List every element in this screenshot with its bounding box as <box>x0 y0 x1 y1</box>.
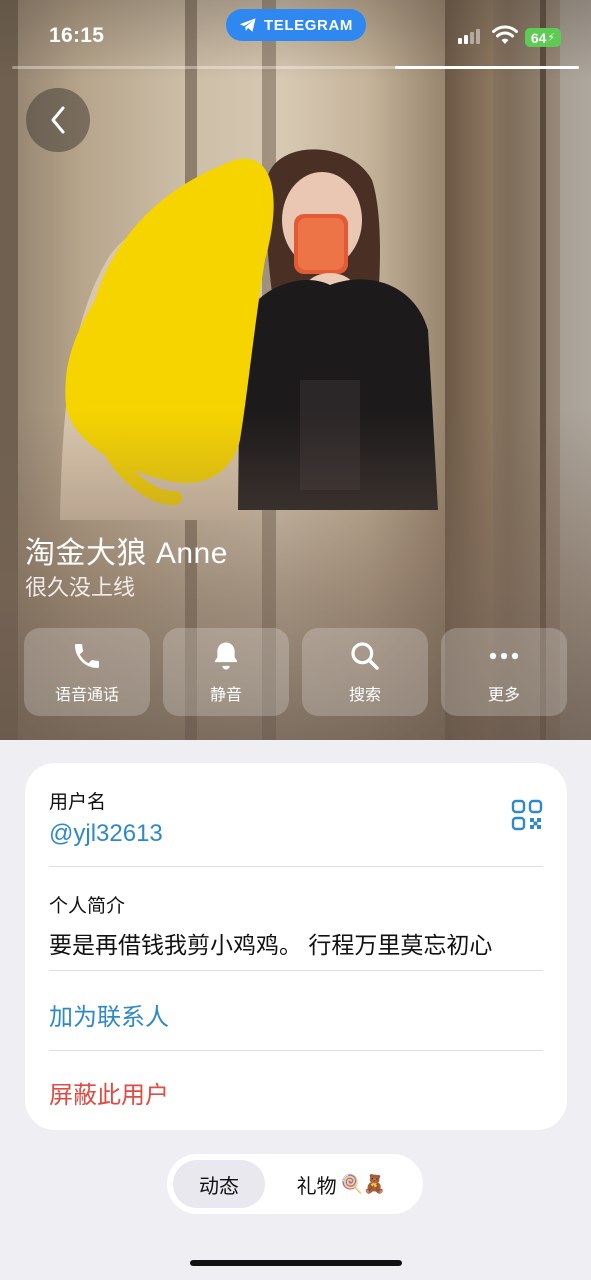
battery-level: 64 <box>530 29 547 46</box>
voice-call-label: 语音通话 <box>54 686 119 704</box>
divider <box>49 866 543 867</box>
bio-row: 个人简介 要是再借钱我剪小鸡鸡。 行程万里莫忘初心 <box>49 891 543 960</box>
search-icon <box>351 641 379 670</box>
last-seen-status: 很久没上线 <box>25 575 136 600</box>
qr-code-icon[interactable] <box>511 799 543 831</box>
back-button[interactable] <box>26 88 90 152</box>
tab-gifts[interactable]: 礼物 🍭🧸 <box>265 1160 417 1208</box>
username-value[interactable]: @yjl32613 <box>49 820 543 848</box>
wifi-icon <box>492 25 518 44</box>
telegram-pill-label: TELEGRAM <box>264 16 353 34</box>
gift-emojis: 🍭🧸 <box>340 1173 386 1194</box>
bio-label: 个人简介 <box>49 896 126 917</box>
block-user-button[interactable]: 屏蔽此用户 <box>49 1075 543 1110</box>
action-buttons: 语音通话 静音 搜索 更多 <box>24 628 567 716</box>
profile-name: 淘金大狼 Anne <box>25 537 228 570</box>
mute-button[interactable]: 静音 <box>163 628 289 716</box>
more-icon <box>489 652 519 659</box>
voice-call-button[interactable]: 语音通话 <box>24 628 150 716</box>
mute-label: 静音 <box>209 686 242 704</box>
bell-icon <box>214 641 238 670</box>
username-row[interactable]: 用户名 @yjl32613 <box>49 787 543 848</box>
profile-tabs: 动态 礼物 🍭🧸 <box>167 1154 423 1214</box>
battery-icon: 64 ⚡ <box>525 28 561 47</box>
bio-value: 要是再借钱我剪小鸡鸡。 行程万里莫忘初心 <box>49 932 493 958</box>
profile-info-card: 用户名 @yjl32613 个人简介 要是再借钱我剪小鸡鸡。 行程万里莫忘初心 … <box>25 763 567 1130</box>
home-indicator[interactable] <box>190 1260 402 1266</box>
divider <box>49 1050 543 1051</box>
telegram-pill[interactable]: TELEGRAM <box>226 9 366 41</box>
phone-icon <box>75 643 99 668</box>
tab-posts[interactable]: 动态 <box>173 1160 265 1208</box>
divider <box>49 970 543 971</box>
cellular-signal-icon <box>458 29 480 44</box>
more-label: 更多 <box>487 686 520 704</box>
status-time: 16:15 <box>49 24 105 47</box>
username-label: 用户名 <box>49 792 107 813</box>
search-button[interactable]: 搜索 <box>302 628 428 716</box>
more-button[interactable]: 更多 <box>441 628 567 716</box>
add-contact-button[interactable]: 加为联系人 <box>49 997 543 1032</box>
profile-photo[interactable]: 16:15 TELEGRAM 64⚡ 淘金大狼 Anne 很久没上线 语音通话 <box>0 0 591 740</box>
tab-gifts-label: 礼物 <box>296 1175 337 1198</box>
search-label: 搜索 <box>348 686 381 704</box>
telegram-icon <box>239 18 256 32</box>
chevron-left-icon <box>51 106 65 134</box>
photo-progress-current <box>395 66 579 69</box>
